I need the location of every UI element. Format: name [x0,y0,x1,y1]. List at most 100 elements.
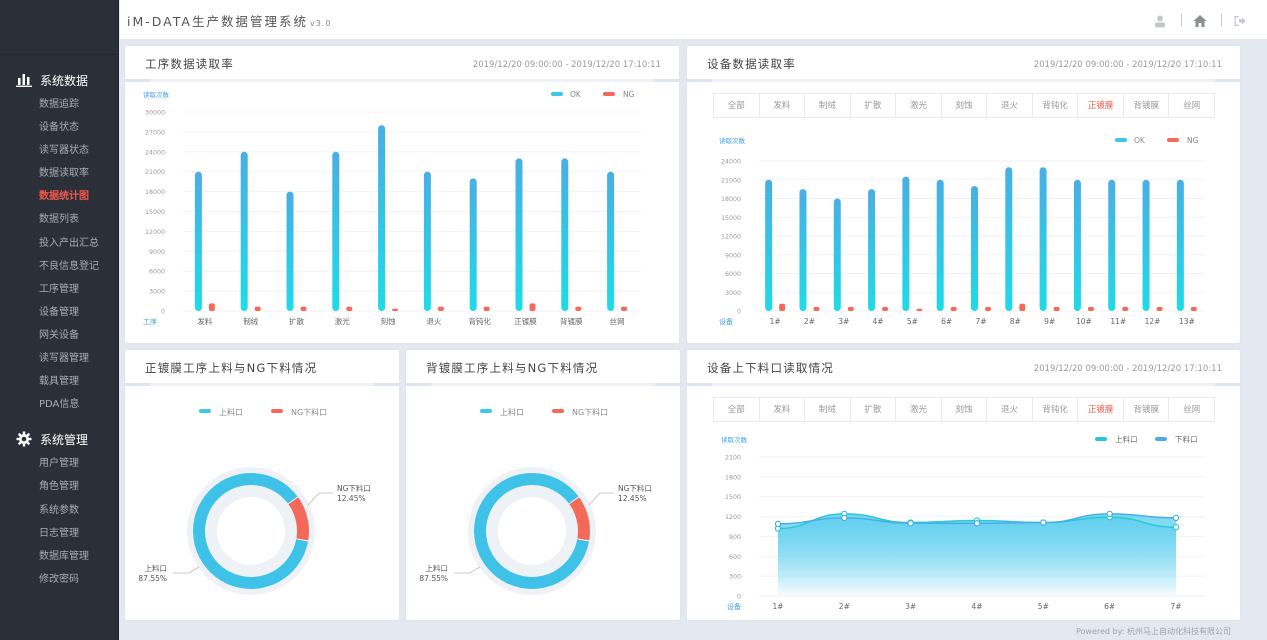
sidebar-item[interactable]: 网关设备 [0,324,118,347]
label-line-in [173,566,200,574]
panel-divider [687,383,1240,386]
y-tick-label: 300 [729,574,741,581]
legend-in-swatch [199,409,211,413]
y-tick-label: 24000 [721,159,741,166]
x-tick-label: 制绒 [243,316,258,326]
user-icon[interactable] [1153,14,1167,28]
legend-in-swatch [480,409,492,413]
y-tick-label: 9000 [725,252,741,259]
ng-bar [1053,306,1060,311]
ok-bar [833,198,841,311]
sidebar-item[interactable]: 日志管理 [0,522,118,545]
x-tick-label: 丝网 [610,316,625,326]
gear-icon [16,431,32,447]
x-tick-label: 3# [838,317,849,326]
legend-ng-swatch [552,409,564,413]
x-tick-label: 7# [975,317,986,326]
ok-bar [515,158,523,311]
sidebar-item[interactable]: 载具管理 [0,370,118,393]
data-point [1172,523,1180,531]
front-donut-chart: 上料口 NG下料口NG下料口12.45%上料口87.55% [138,407,371,595]
sidebar-item[interactable]: 数据列表 [0,208,118,231]
y-tick-label: 21000 [721,177,741,184]
sidebar-group-label: 系统数据 [40,73,89,88]
panel-title: 工序数据读取率 [145,57,234,71]
ok-bar [469,178,477,311]
sidebar-item[interactable]: 工序管理 [0,278,118,301]
x-tick-label: 5# [907,317,918,326]
sidebar-item[interactable]: 角色管理 [0,475,118,498]
sidebar-item[interactable]: 读写器状态 [0,139,118,162]
y-tick-label: 24000 [145,149,165,156]
ok-bar [286,191,294,311]
y-tick-label: 1500 [725,494,741,501]
ng-bar [529,303,536,311]
ok-bar [1142,179,1150,311]
x-tick-label: 背镀膜 [560,316,583,326]
logout-icon[interactable] [1233,14,1247,28]
y-tick-label: 15000 [145,209,165,216]
sidebar: 系统数据数据追踪 设备状态 读写器状态 数据读取率 数据统计图 数据列表 投入产出汇总 不良信… [0,0,119,640]
ng-bar [779,303,786,311]
legend-in-swatch [1095,437,1107,441]
sidebar-group-0[interactable]: 系统数据 [0,67,118,93]
sidebar-logo-area [0,0,118,55]
data-point [1172,514,1180,522]
home-icon[interactable] [1193,14,1207,28]
y-tick-label: 6000 [725,271,741,278]
sidebar-group-1[interactable]: 系统管理 [0,426,118,452]
sidebar-item[interactable]: 数据读取率 [0,162,118,185]
slice-value-in: 87.55% [138,574,167,583]
x-tick-label: 1# [770,317,781,326]
panel-title: 背镀膜工序上料与NG下料情况 [426,361,599,375]
ng-bar [208,303,215,311]
ok-bar [1039,167,1047,311]
ng-bar [916,308,923,311]
sidebar-item[interactable]: 设备状态 [0,116,118,139]
y-tick-label: 9000 [149,249,165,256]
x-tick-label: 4# [873,317,884,326]
y-tick-label: 3000 [149,289,165,296]
x-axis-label: 设备 [727,602,741,611]
sidebar-item[interactable]: 投入产出汇总 [0,232,118,255]
sidebar-item[interactable]: 数据库管理 [0,545,118,568]
sidebar-item[interactable]: 修改密码 [0,568,118,591]
ng-bar [621,306,628,311]
sidebar-item[interactable]: PDA信息 [0,393,118,416]
x-tick-label: 6# [1104,602,1115,611]
ok-bar [868,189,876,311]
ok-bar [1108,179,1116,311]
sidebar-item[interactable]: 读写器管理 [0,347,118,370]
date-range: 2019/12/20 09:00:00 - 2019/12/20 17:10:1… [472,60,661,70]
x-tick-label: 背钝化 [468,316,491,326]
ng-bar [1087,306,1094,311]
slice-value-ng: 12.45% [337,494,366,503]
sidebar-item[interactable]: 用户管理 [0,452,118,475]
sidebar-item[interactable]: 数据统计图 [0,185,118,208]
legend-in-label: 上料口 [1115,434,1138,444]
sidebar-item[interactable]: 不良信息登记 [0,255,118,278]
sidebar-item[interactable]: 数据追踪 [0,93,118,116]
x-tick-label: 1# [772,602,783,611]
ng-bar [813,306,820,311]
ok-bar [902,176,910,311]
sidebar-item[interactable]: 设备管理 [0,301,118,324]
panel-title: 正镀膜工序上料与NG下料情况 [145,361,318,375]
y-tick-label: 18000 [721,196,741,203]
data-point [973,519,981,527]
top-bar: iM-DATA生产数据管理系统 v3.0 [120,0,1267,40]
legend-ng-swatch [603,92,615,96]
ng-bar [392,308,399,311]
ng-bar [346,306,353,311]
y-tick-label: 12000 [721,234,741,241]
legend-in-label: 上料口 [500,407,524,417]
x-tick-label: 10# [1076,317,1092,326]
x-axis-label: 设备 [719,317,733,326]
slice-label-ng: NG下料口 [618,483,652,493]
x-tick-label: 4# [971,602,982,611]
sidebar-item[interactable]: 系统参数 [0,499,118,522]
x-tick-label: 2# [839,602,850,611]
panel-title: 设备上下料口读取情况 [707,361,834,375]
y-tick-label: 1800 [725,474,741,481]
bar-chart-icon [16,72,32,88]
